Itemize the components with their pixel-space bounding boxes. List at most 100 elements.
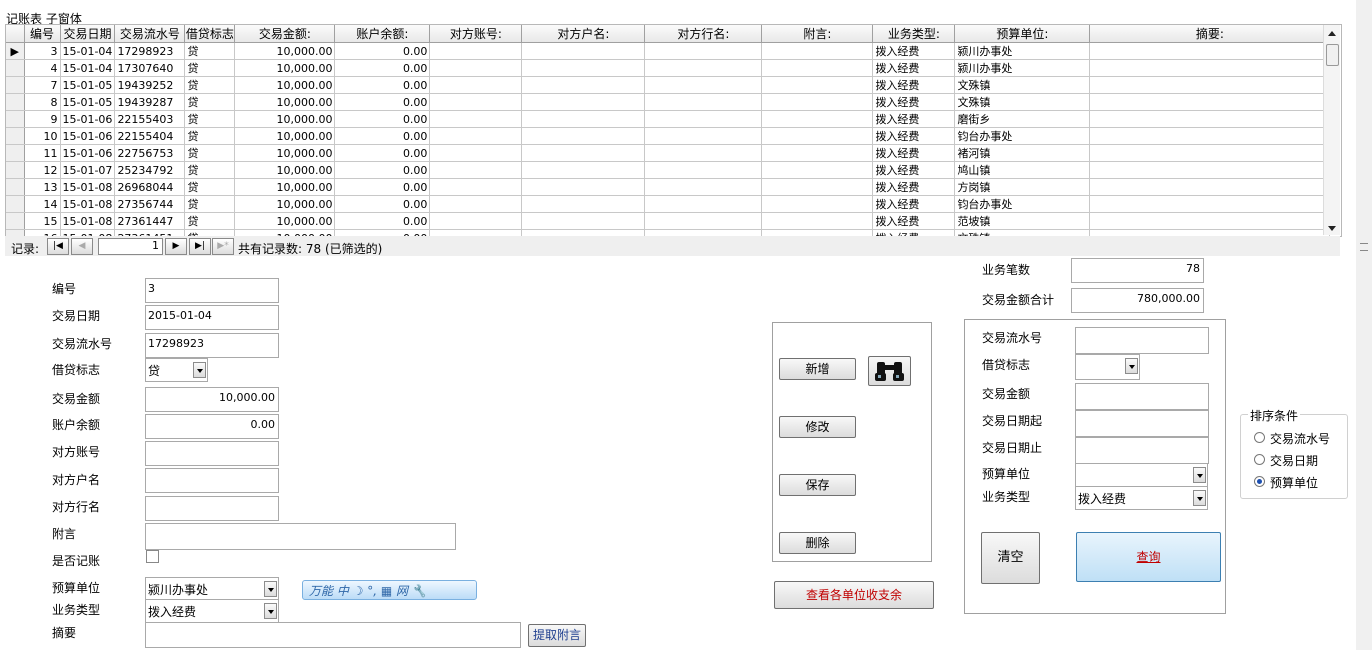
name-field[interactable] — [145, 468, 279, 493]
balance-field[interactable]: 0.00 — [145, 414, 279, 439]
date-field[interactable]: 2015-01-04 — [145, 305, 279, 330]
delete-button[interactable]: 删除 — [779, 532, 856, 554]
new-record-icon[interactable]: ▶* — [212, 238, 234, 255]
table-cell[interactable]: 15-01-05 — [60, 76, 116, 94]
col-header-name[interactable]: 对方户名: — [521, 25, 646, 43]
table-cell[interactable] — [1089, 212, 1331, 230]
table-cell[interactable]: 15-01-08 — [60, 212, 116, 230]
col-header-id[interactable]: 编号 — [24, 25, 61, 43]
table-cell[interactable] — [644, 144, 763, 162]
table-cell[interactable] — [644, 127, 763, 145]
posted-checkbox[interactable] — [146, 550, 159, 563]
table-cell[interactable]: 0.00 — [334, 195, 431, 213]
table-cell[interactable]: 15-01-08 — [60, 195, 116, 213]
table-cell[interactable] — [1089, 161, 1331, 179]
table-cell[interactable]: 0.00 — [334, 59, 431, 77]
table-cell[interactable]: 贷 — [184, 161, 236, 179]
scroll-down-arrow-icon[interactable] — [1328, 226, 1336, 231]
table-cell[interactable] — [644, 195, 763, 213]
table-cell[interactable]: 11 — [24, 144, 61, 162]
table-cell[interactable]: 3 — [24, 42, 61, 60]
table-cell[interactable]: 10,000.00 — [234, 178, 336, 196]
table-cell[interactable]: 22756753 — [114, 144, 186, 162]
row-selector[interactable] — [6, 110, 25, 128]
row-selector[interactable] — [6, 127, 25, 145]
acct-field[interactable] — [145, 441, 279, 466]
table-cell[interactable] — [521, 42, 646, 60]
row-selector[interactable] — [6, 93, 25, 111]
table-cell[interactable] — [644, 212, 763, 230]
table-cell[interactable] — [1089, 144, 1331, 162]
table-cell[interactable]: 拨入经费 — [872, 195, 956, 213]
id-field[interactable]: 3 — [145, 278, 279, 303]
type-select[interactable]: 拨入经费 — [145, 599, 279, 623]
table-cell[interactable] — [1089, 195, 1331, 213]
row-selector[interactable] — [6, 144, 25, 162]
col-header-amount[interactable]: 交易金额: — [234, 25, 336, 43]
col-header-dc[interactable]: 借贷标志 — [184, 25, 236, 43]
table-cell[interactable]: 拨入经费 — [872, 76, 956, 94]
table-cell[interactable]: 贷 — [184, 127, 236, 145]
table-cell[interactable]: 0.00 — [334, 178, 431, 196]
table-cell[interactable]: 0.00 — [334, 161, 431, 179]
row-selector[interactable] — [6, 195, 25, 213]
table-cell[interactable]: 8 — [24, 93, 61, 111]
table-cell[interactable]: 鸠山镇 — [954, 161, 1091, 179]
records-grid[interactable]: 编号 交易日期 交易流水号 借贷标志 交易金额: 账户余额: 对方账号: 对方户… — [5, 24, 1342, 237]
table-cell[interactable]: 钧台办事处 — [954, 127, 1091, 145]
table-cell[interactable]: 10 — [24, 127, 61, 145]
table-cell[interactable] — [1089, 76, 1331, 94]
table-cell[interactable]: 拨入经费 — [872, 144, 956, 162]
ime-toolbar[interactable]: 万能 中 ☽ °, ▦ 网 🔧 — [302, 580, 477, 600]
col-header-date[interactable]: 交易日期 — [60, 25, 116, 43]
edit-button[interactable]: 修改 — [779, 416, 856, 438]
table-cell[interactable]: 19439252 — [114, 76, 186, 94]
grid-vertical-scrollbar[interactable] — [1323, 25, 1340, 235]
table-cell[interactable] — [521, 110, 646, 128]
clear-button[interactable]: 清空 — [981, 532, 1040, 584]
col-header-memo[interactable]: 附言: — [761, 25, 874, 43]
table-cell[interactable]: 拨入经费 — [872, 93, 956, 111]
table-cell[interactable] — [521, 144, 646, 162]
row-selector[interactable] — [6, 76, 25, 94]
table-cell[interactable]: 15-01-07 — [60, 161, 116, 179]
current-row-indicator-icon[interactable]: ▶ — [6, 42, 25, 60]
table-cell[interactable] — [1089, 59, 1331, 77]
table-cell[interactable]: 拨入经费 — [872, 42, 956, 60]
table-row[interactable]: 13 15-01-08 26968044 贷 10,000.00 0.00 拨入经费 方岗镇 — [6, 178, 1331, 196]
row-selector[interactable] — [6, 161, 25, 179]
table-cell[interactable]: 0.00 — [334, 42, 431, 60]
table-cell[interactable] — [644, 42, 763, 60]
table-cell[interactable] — [644, 93, 763, 111]
table-cell[interactable] — [429, 195, 523, 213]
query-serial-field[interactable] — [1075, 327, 1209, 354]
col-header-serial[interactable]: 交易流水号 — [114, 25, 186, 43]
table-cell[interactable]: 10,000.00 — [234, 127, 336, 145]
current-record-input[interactable]: 1 — [98, 238, 163, 255]
table-cell[interactable]: 15 — [24, 212, 61, 230]
table-cell[interactable]: 贷 — [184, 178, 236, 196]
table-cell[interactable] — [521, 76, 646, 94]
table-cell[interactable]: 文殊镇 — [954, 93, 1091, 111]
table-cell[interactable] — [761, 212, 874, 230]
table-cell[interactable]: 钧台办事处 — [954, 195, 1091, 213]
table-cell[interactable] — [761, 59, 874, 77]
total-field[interactable]: 780,000.00 — [1071, 288, 1204, 313]
chevron-down-icon[interactable] — [1125, 358, 1138, 374]
table-cell[interactable] — [429, 93, 523, 111]
table-cell[interactable] — [429, 59, 523, 77]
table-cell[interactable]: 10,000.00 — [234, 76, 336, 94]
table-cell[interactable]: 颍川办事处 — [954, 42, 1091, 60]
table-cell[interactable] — [429, 127, 523, 145]
table-cell[interactable] — [521, 178, 646, 196]
sort-option-date[interactable]: 交易日期 — [1270, 452, 1318, 469]
dc-select[interactable]: 贷 — [145, 358, 208, 382]
table-cell[interactable]: 拨入经费 — [872, 59, 956, 77]
table-cell[interactable] — [429, 42, 523, 60]
table-cell[interactable]: 10,000.00 — [234, 195, 336, 213]
serial-field[interactable]: 17298923 — [145, 333, 279, 358]
col-header-summary[interactable]: 摘要: — [1089, 25, 1331, 43]
query-date-to-field[interactable] — [1075, 437, 1209, 464]
table-cell[interactable] — [1089, 127, 1331, 145]
table-cell[interactable] — [1089, 93, 1331, 111]
